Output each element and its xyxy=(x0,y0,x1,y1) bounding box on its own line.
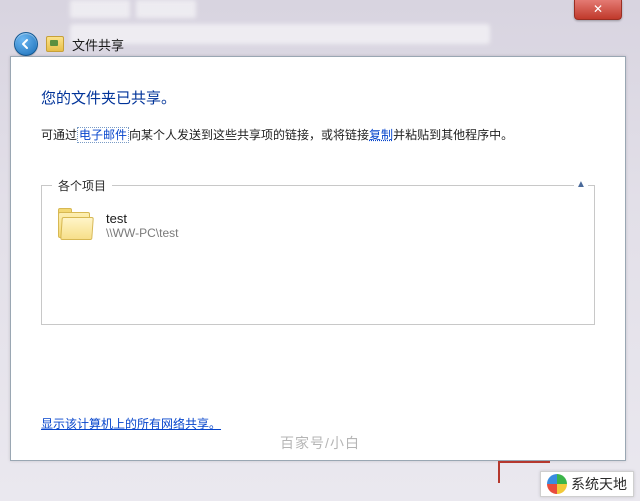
item-text: test \\WW-PC\test xyxy=(106,211,178,240)
back-button[interactable] xyxy=(14,32,38,56)
items-groupbox: 各个项目 ▲ test \\WW-PC\test xyxy=(41,185,595,325)
window-title: 文件共享 xyxy=(72,35,124,54)
group-label: 各个项目 xyxy=(52,177,112,194)
share-folder-icon xyxy=(46,36,64,52)
page-heading: 您的文件夹已共享。 xyxy=(41,87,595,108)
collapse-toggle[interactable]: ▲ xyxy=(574,178,588,192)
chevron-up-icon: ▲ xyxy=(576,179,586,190)
close-icon: ✕ xyxy=(593,2,603,16)
watermark-brand: 系统天地 xyxy=(540,471,634,497)
item-path: \\WW-PC\test xyxy=(106,226,178,240)
copy-link[interactable]: 复制 xyxy=(369,128,393,142)
instruction-text: 可通过电子邮件向某个人发送到这些共享项的链接，或将链接复制并粘贴到其他程序中。 xyxy=(41,126,595,145)
folder-icon xyxy=(56,208,96,242)
instruction-prefix: 可通过 xyxy=(41,128,77,142)
brand-logo-icon xyxy=(547,474,567,494)
shared-item[interactable]: test \\WW-PC\test xyxy=(56,208,580,242)
instruction-suffix: 并粘贴到其他程序中。 xyxy=(393,128,513,142)
show-all-shares-link[interactable]: 显示该计算机上的所有网络共享。 xyxy=(41,415,221,432)
arrow-left-icon xyxy=(20,38,32,50)
item-name: test xyxy=(106,211,178,226)
dialog-panel: 您的文件夹已共享。 可通过电子邮件向某个人发送到这些共享项的链接，或将链接复制并… xyxy=(10,56,626,461)
close-button[interactable]: ✕ xyxy=(574,0,622,20)
header-bar: 文件共享 xyxy=(10,30,626,58)
email-link[interactable]: 电子邮件 xyxy=(77,127,129,143)
instruction-mid: 向某个人发送到这些共享项的链接，或将链接 xyxy=(129,128,369,142)
brand-text: 系统天地 xyxy=(571,474,627,494)
